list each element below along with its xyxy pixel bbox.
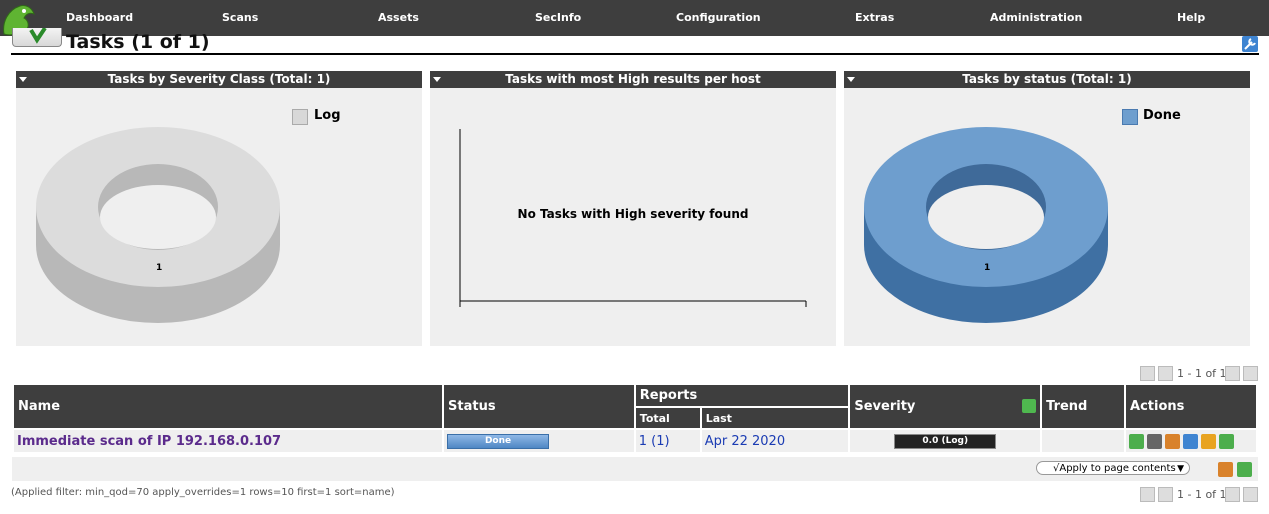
panel-header: Tasks with most High results per host [430,71,836,88]
legend-label-done: Done [1143,108,1181,123]
severity-class-panel: Tasks by Severity Class (Total: 1) 1 Log [16,71,422,346]
applied-filter-text: (Applied filter: min_qod=70 apply_overri… [11,487,395,498]
bulk-export-icon[interactable] [1237,462,1252,477]
first-page-icon[interactable] [1140,366,1155,381]
nav-dashboard[interactable]: Dashboard [66,11,133,24]
column-header-severity[interactable]: Severity [848,383,1043,430]
previous-page-icon[interactable] [1158,366,1173,381]
resume-icon[interactable] [1147,433,1163,449]
tasks-table: Name Status Reports Severity Trend Actio… [11,383,1258,454]
title-divider [11,53,1259,55]
nav-assets[interactable]: Assets [378,11,419,24]
status-panel: Tasks by status (Total: 1) 1 Done [844,71,1250,346]
start-icon[interactable] [1129,433,1145,449]
table-row: Immediate scan of IP 192.168.0.107 Done … [11,428,1258,454]
refresh-icon[interactable] [1022,399,1037,413]
export-icon[interactable] [1219,433,1235,449]
column-header-reports-last[interactable]: Last [699,406,851,430]
panel-title: Tasks by status (Total: 1) [962,72,1132,86]
pagination-text: 1 - 1 of 1 [1177,488,1227,501]
nav-secinfo[interactable]: SecInfo [535,11,581,24]
reports-total-link[interactable]: 1 (1) [639,434,670,449]
reports-last-link[interactable]: Apr 22 2020 [705,434,785,449]
next-page-icon[interactable] [1225,487,1240,502]
nav-extras[interactable]: Extras [855,11,894,24]
collapse-triangle-icon[interactable] [19,77,27,82]
severity-donut-chart [36,127,280,323]
last-page-icon[interactable] [1243,366,1258,381]
first-page-icon[interactable] [1140,487,1155,502]
panel-title: Tasks by Severity Class (Total: 1) [107,72,331,86]
column-header-trend[interactable]: Trend [1040,383,1127,430]
last-page-icon[interactable] [1243,487,1258,502]
legend-swatch-done [1122,109,1138,125]
panel-header: Tasks by status (Total: 1) [844,71,1250,88]
panel-title: Tasks with most High results per host [505,72,761,86]
previous-page-icon[interactable] [1158,487,1173,502]
legend-label-log: Log [314,108,341,123]
pagination-top: 1 - 1 of 1 [1140,366,1260,382]
collapse-triangle-icon[interactable] [433,77,441,82]
nav-scans[interactable]: Scans [222,11,258,24]
status-donut-chart [864,127,1108,323]
trend-cell [1040,428,1127,454]
next-page-icon[interactable] [1225,366,1240,381]
column-header-status[interactable]: Status [442,383,636,430]
column-header-reports: Reports [633,383,851,408]
nav-configuration[interactable]: Configuration [676,11,761,24]
apply-to-select[interactable]: √Apply to page contents ▼ [1036,461,1190,475]
trashcan-icon[interactable] [1165,433,1181,449]
new-task-icon[interactable] [12,26,62,47]
clone-icon[interactable] [1201,433,1217,449]
nav-help[interactable]: Help [1177,11,1205,24]
status-bar: Done [447,433,550,449]
column-header-actions: Actions [1124,383,1258,430]
chevron-down-icon: ▼ [1177,464,1184,474]
apply-to-select-label: √Apply to page contents [1053,463,1176,474]
pagination-text: 1 - 1 of 1 [1177,367,1227,380]
severity-bar: 0.0 (Log) [894,433,997,449]
legend-swatch-log [292,109,308,125]
column-header-name[interactable]: Name [11,383,445,430]
bulk-action-row: √Apply to page contents ▼ [12,457,1258,481]
slice-label: 1 [984,263,991,273]
pagination-bottom: 1 - 1 of 1 [1140,487,1260,503]
wrench-icon[interactable] [1242,36,1258,52]
column-header-reports-total[interactable]: Total [633,406,702,430]
panel-header: Tasks by Severity Class (Total: 1) [16,71,422,88]
severity-header-label: Severity [854,399,916,414]
nav-administration[interactable]: Administration [990,11,1082,24]
high-results-panel: Tasks with most High results per host No… [430,71,836,346]
no-data-message: No Tasks with High severity found [517,207,749,221]
edit-wrench-icon[interactable] [1183,433,1199,449]
page-title: Tasks (1 of 1) [66,31,210,53]
task-name-link[interactable]: Immediate scan of IP 192.168.0.107 [17,434,281,449]
bulk-trashcan-icon[interactable] [1218,462,1233,477]
slice-label: 1 [156,263,163,273]
collapse-triangle-icon[interactable] [847,77,855,82]
